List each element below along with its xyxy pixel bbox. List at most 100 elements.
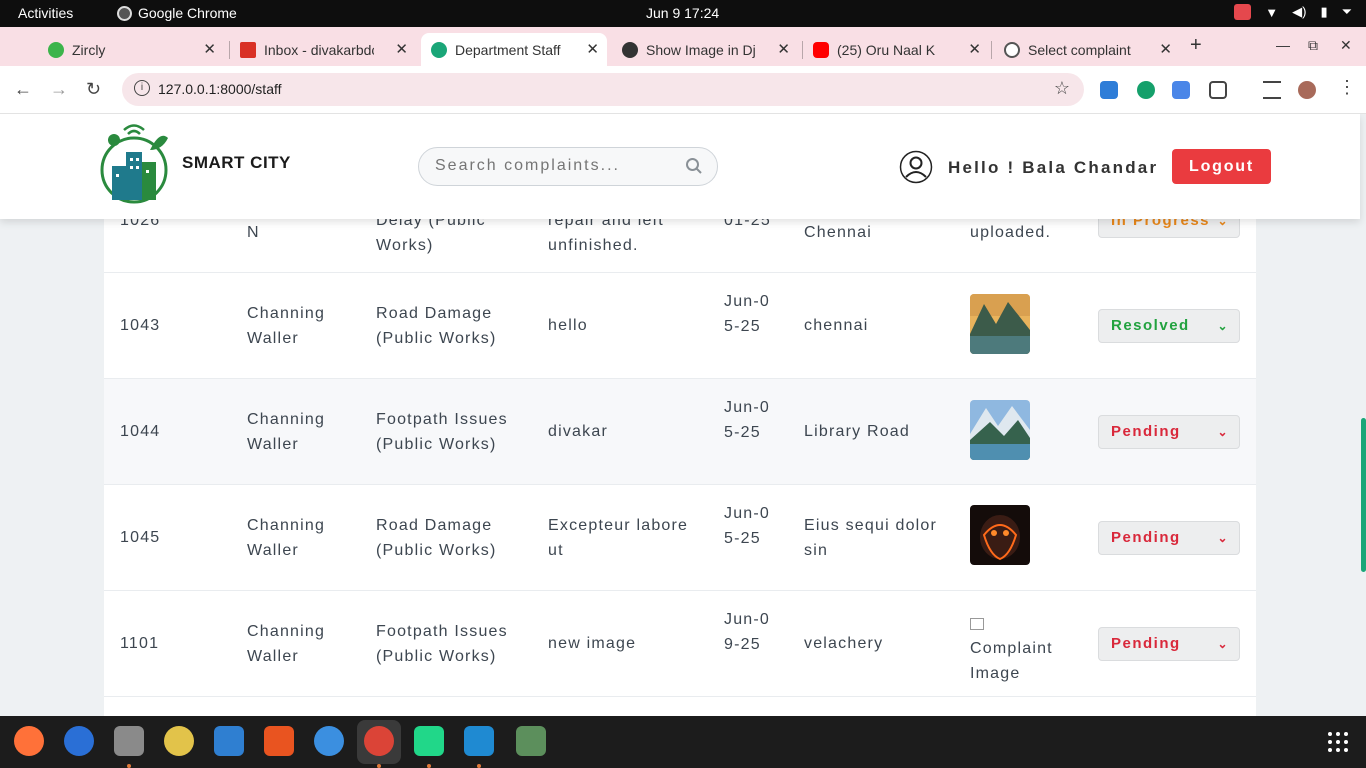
smart-city-logo-icon[interactable]	[100, 124, 170, 204]
firefox-icon[interactable]	[14, 726, 44, 756]
reload-icon[interactable]: ↻	[86, 79, 101, 100]
citizen-name: Channing Waller	[247, 411, 326, 453]
chevron-down-icon: ⌄	[1217, 425, 1229, 439]
complaint-category: Road Damage (Public Works)	[376, 305, 497, 347]
site-info-icon[interactable]: i	[134, 80, 150, 96]
thunderbird-icon[interactable]	[64, 726, 94, 756]
tab-youtube[interactable]: (25) Oru Naal K ✕	[803, 33, 989, 66]
show-apps-icon[interactable]	[1328, 732, 1348, 752]
site-header: SMART CITY Hello ! Bala Chandar Logout	[0, 114, 1360, 219]
close-tab-icon[interactable]: ✕	[203, 40, 216, 58]
bookmark-star-icon[interactable]: ☆	[1054, 78, 1070, 99]
search-box[interactable]	[418, 147, 718, 186]
status-select[interactable]: Resolved ⌄	[1098, 309, 1240, 343]
tab-department-staff[interactable]: Department Staff ✕	[421, 33, 607, 66]
page-scrollbar[interactable]	[1361, 418, 1366, 572]
complaint-description: new image	[548, 635, 637, 652]
activities-button[interactable]: Activities	[18, 5, 73, 21]
power-menu-icon: ⏷	[1341, 4, 1352, 19]
app-name: Google Chrome	[138, 5, 237, 21]
forward-icon[interactable]: →	[50, 79, 68, 100]
tab-select-complaint[interactable]: Select complaint ✕	[994, 33, 1180, 66]
brand-name: SMART CITY	[182, 153, 291, 172]
maximize-icon[interactable]: ⧉	[1308, 37, 1318, 54]
citizen-name: Channing Waller	[247, 623, 326, 665]
smart-city-favicon-icon	[431, 41, 447, 58]
youtube-favicon-icon	[813, 41, 829, 58]
status-select[interactable]: Pending ⌄	[1098, 627, 1240, 661]
tab-title: Show Image in Dja	[646, 41, 756, 58]
translate-icon[interactable]	[1172, 81, 1190, 99]
chrome-icon	[117, 5, 132, 21]
tab-title: (25) Oru Naal K	[837, 41, 936, 58]
grammarly-icon[interactable]	[1137, 81, 1155, 99]
image-alt-text: Complaint Image	[970, 640, 1053, 682]
tab-gmail[interactable]: Inbox - divakarbdc ✕	[230, 33, 416, 66]
address-bar[interactable]: i 127.0.0.1:8000/staff ☆	[122, 73, 1084, 106]
user-greeting: Hello ! Bala Chandar	[948, 158, 1159, 177]
clock[interactable]: Jun 9 17:24	[646, 5, 719, 21]
minimize-icon[interactable]: —	[1276, 37, 1290, 53]
complaint-image-text: uploaded.	[970, 224, 1052, 241]
complaint-location: Eius sequi dolor sin	[804, 517, 938, 559]
table-row	[104, 697, 1256, 716]
broken-image-icon	[970, 617, 984, 630]
system-top-bar: Activities Google Chrome Jun 9 17:24 ▼ ◀…	[0, 0, 1366, 27]
status-value: Pending	[1111, 529, 1181, 546]
complaint-image[interactable]	[970, 505, 1030, 565]
complaint-date: Jun-05-25	[724, 399, 771, 441]
help-icon[interactable]	[314, 726, 344, 756]
close-tab-icon[interactable]: ✕	[968, 40, 981, 58]
status-select[interactable]: Pending ⌄	[1098, 415, 1240, 449]
battery-icon: ▮	[1320, 4, 1328, 19]
chatgpt-favicon-icon	[622, 41, 638, 58]
media-controls-icon[interactable]	[1263, 81, 1281, 99]
tab-title: Select complaint	[1028, 41, 1131, 58]
complaint-image[interactable]	[970, 294, 1030, 354]
complaint-id: 1043	[120, 317, 161, 334]
logout-button[interactable]: Logout	[1172, 149, 1271, 184]
citizen-name: Channing Waller	[247, 305, 326, 347]
status-value: Pending	[1111, 635, 1181, 652]
url-text[interactable]: 127.0.0.1:8000/staff	[158, 81, 282, 97]
complaint-location: velachery	[804, 635, 884, 652]
close-tab-icon[interactable]: ✕	[395, 40, 408, 58]
app-center-icon[interactable]	[264, 726, 294, 756]
complaint-image[interactable]	[970, 400, 1030, 460]
search-icon[interactable]	[685, 157, 703, 175]
complaint-category: Footpath Issues (Public Works)	[376, 411, 508, 453]
search-input[interactable]	[435, 157, 675, 175]
trash-icon[interactable]	[516, 726, 546, 756]
complaint-description: hello	[548, 317, 588, 334]
back-icon[interactable]: ←	[14, 79, 32, 100]
new-tab-icon[interactable]: +	[1190, 34, 1202, 57]
chrome-menu-icon[interactable]: ⋮	[1338, 77, 1356, 98]
status-value: Pending	[1111, 423, 1181, 440]
table-row: 1045 Channing Waller Road Damage (Public…	[104, 485, 1256, 591]
close-tab-icon[interactable]: ✕	[777, 40, 790, 58]
system-tray[interactable]: ▼ ◀) ▮ ⏷	[1234, 4, 1352, 20]
complaint-date: Jun-09-25	[724, 611, 771, 653]
table-row: 1044 Channing Waller Footpath Issues (Pu…	[104, 379, 1256, 485]
close-tab-icon[interactable]: ✕	[1159, 40, 1172, 58]
app-menu[interactable]: Google Chrome	[117, 5, 237, 21]
pycharm-icon[interactable]	[414, 726, 444, 756]
chrome-icon[interactable]	[364, 726, 394, 756]
rhythmbox-icon[interactable]	[164, 726, 194, 756]
writer-icon[interactable]	[214, 726, 244, 756]
close-window-icon[interactable]: ✕	[1340, 37, 1352, 54]
vscode-icon[interactable]	[464, 726, 494, 756]
screen-record-icon[interactable]	[1234, 4, 1252, 20]
citizen-name: N	[247, 224, 260, 241]
status-select[interactable]: Pending ⌄	[1098, 521, 1240, 555]
broken-image[interactable]: Complaint Image	[970, 611, 1062, 686]
complaint-description: Excepteur labore ut	[548, 517, 689, 559]
tab-zircly[interactable]: Zircly ✕	[38, 33, 224, 66]
extension-icon[interactable]	[1100, 81, 1118, 99]
files-icon[interactable]	[114, 726, 144, 756]
complaint-date: Jun-05-25	[724, 505, 771, 547]
close-tab-icon[interactable]: ✕	[586, 40, 599, 58]
tab-show-image[interactable]: Show Image in Dja ✕	[612, 33, 798, 66]
profile-avatar[interactable]	[1298, 81, 1316, 99]
extensions-puzzle-icon[interactable]	[1209, 81, 1227, 99]
